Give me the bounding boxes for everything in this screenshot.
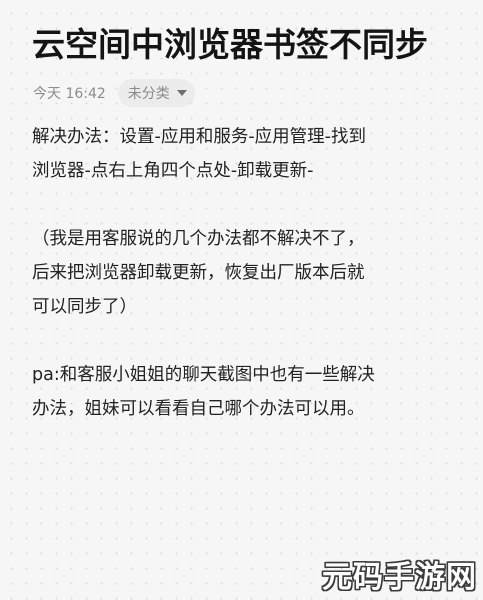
note-line: 可以同步了） [32,297,137,317]
note-line: pa:和客服小姐姐的聊天截图中也有一些解决 [32,365,375,385]
note-line: 后来把浏览器卸载更新，恢复出厂版本后就 [32,263,365,283]
note-paragraph: （我是用客服说的几个办法都不解决不了， 后来把浏览器卸载更新，恢复出厂版本后就 … [32,222,468,324]
note-page: 云空间中浏览器书签不同步 今天 16:42 未分类 解决办法：设置-应用和服务-… [0,0,483,600]
note-body[interactable]: 解决办法：设置-应用和服务-应用管理-找到 浏览器-点右上角四个点处-卸载更新-… [32,120,468,426]
note-title[interactable]: 云空间中浏览器书签不同步 [32,24,472,66]
note-line: （我是用客服说的几个办法都不解决不了， [32,229,365,249]
note-line: 浏览器-点右上角四个点处-卸载更新- [32,161,314,181]
site-watermark: 元码手游网 [322,560,477,595]
note-timestamp: 今天 16:42 [33,86,106,102]
note-paragraph: 解决办法：设置-应用和服务-应用管理-找到 浏览器-点右上角四个点处-卸载更新- [32,120,468,188]
note-line: 解决办法：设置-应用和服务-应用管理-找到 [32,127,366,147]
note-meta: 今天 16:42 未分类 [33,78,195,108]
caret-down-icon [176,90,187,96]
category-label: 未分类 [127,86,170,102]
note-paragraph: pa:和客服小姐姐的聊天截图中也有一些解决 办法，姐妹可以看看自己哪个办法可以用… [32,358,468,426]
category-dropdown[interactable]: 未分类 [117,79,195,107]
note-line: 办法，姐妹可以看看自己哪个办法可以用。 [32,399,365,419]
